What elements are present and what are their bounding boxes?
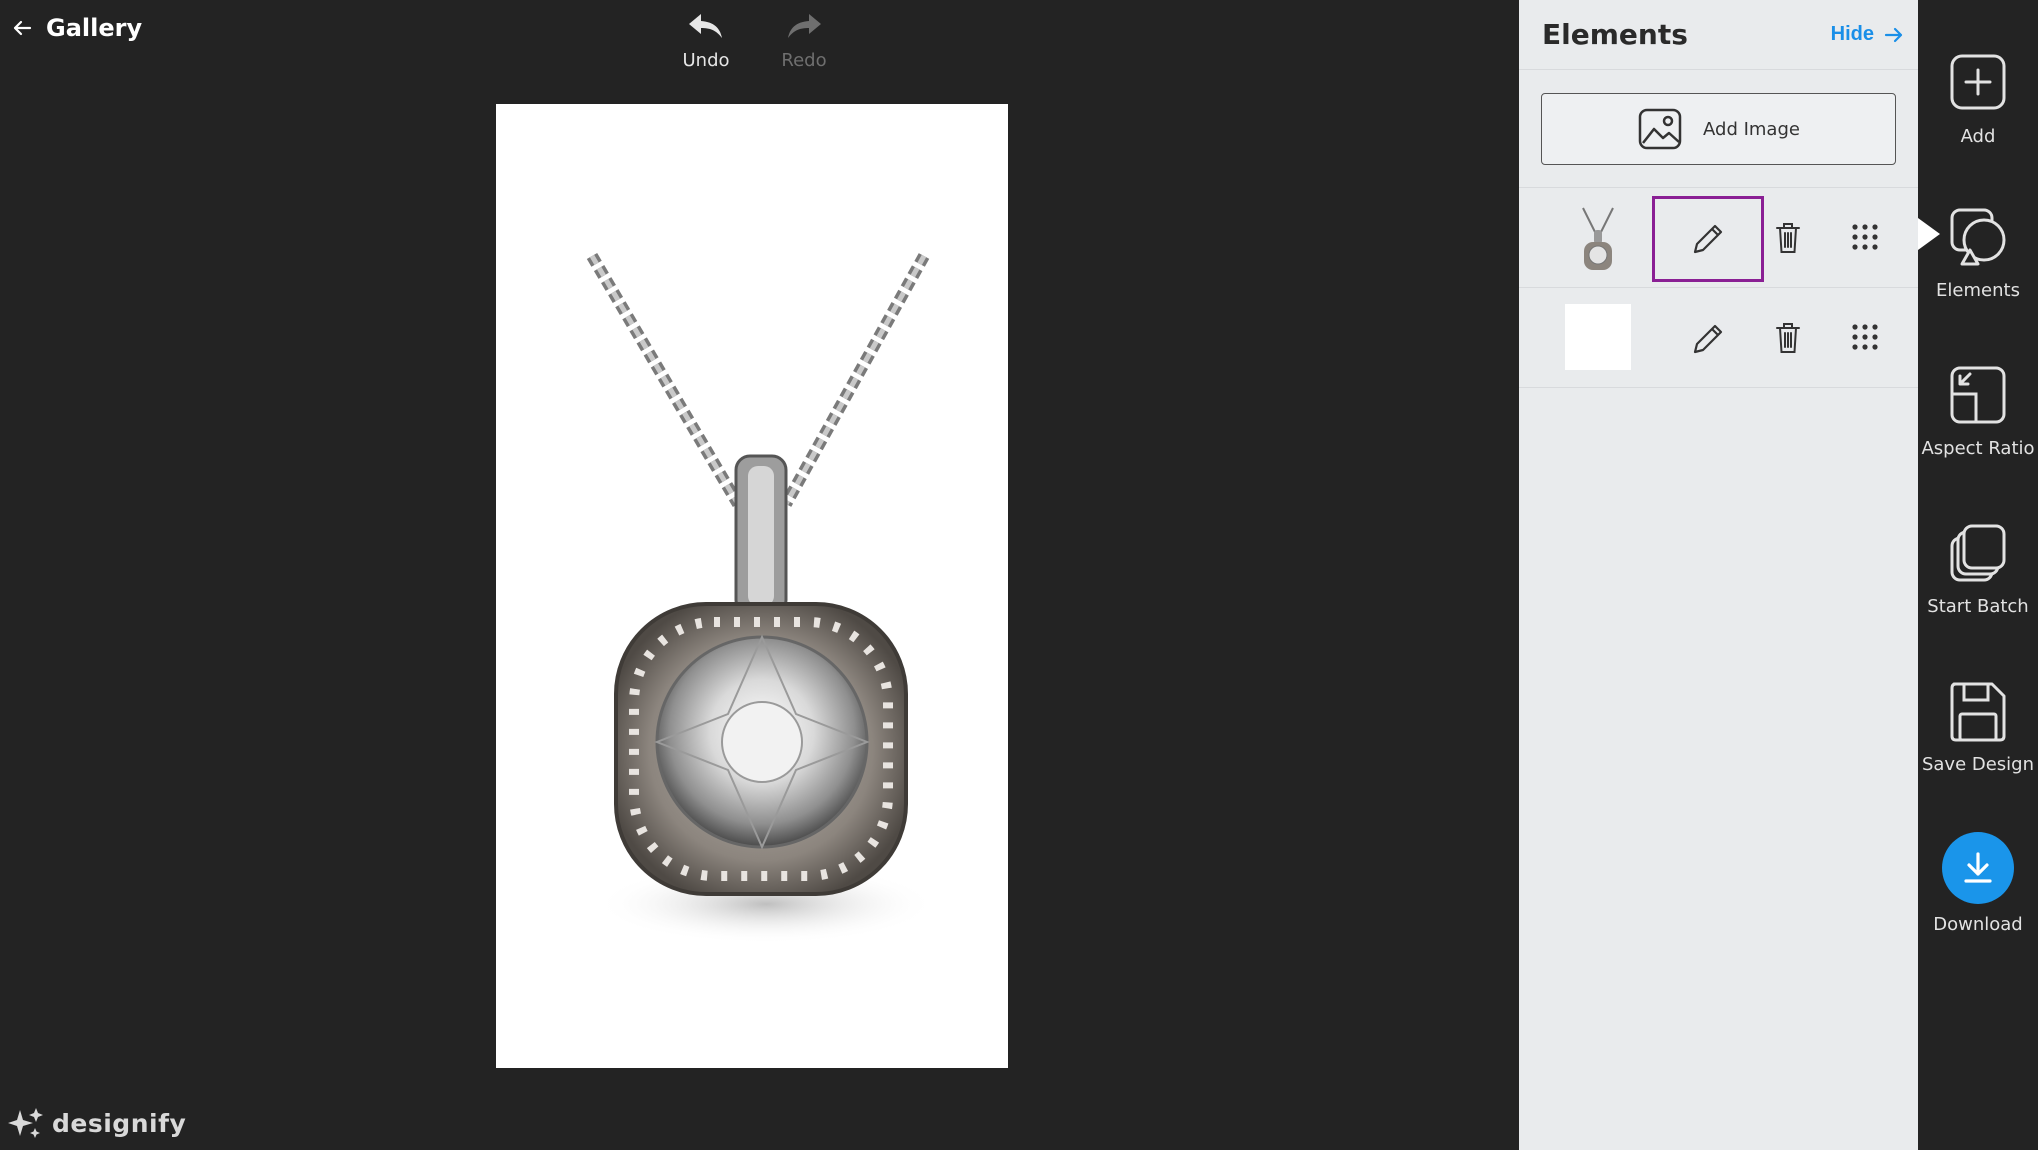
- image-icon: [1638, 108, 1682, 150]
- panel-title: Elements: [1542, 18, 1688, 51]
- rail-elements-label: Elements: [1936, 280, 2020, 301]
- rail-start-batch-label: Start Batch: [1927, 596, 2029, 617]
- layer-row-necklace[interactable]: [1519, 188, 1918, 288]
- hide-label: Hide: [1830, 23, 1874, 45]
- aspect-ratio-icon: [1950, 366, 2006, 424]
- redo-icon: [788, 14, 821, 38]
- trash-icon: [1776, 223, 1800, 253]
- layer-row-background[interactable]: [1519, 288, 1918, 388]
- delete-layer-button[interactable]: [1771, 318, 1805, 358]
- drag-handle[interactable]: [1850, 222, 1882, 254]
- download-icon: [1964, 852, 1992, 883]
- floppy-icon: [1950, 682, 2006, 742]
- elements-panel: Elements Hide Add Image: [1519, 0, 1918, 1150]
- pencil-icon: [1693, 324, 1723, 354]
- delete-layer-button[interactable]: [1771, 218, 1805, 258]
- necklace-image[interactable]: [496, 104, 1008, 1068]
- shapes-icon: [1950, 208, 2006, 266]
- undo-icon: [689, 14, 722, 38]
- redo-label: Redo: [781, 50, 827, 71]
- download-circle[interactable]: [1942, 832, 2014, 904]
- panel-header: Elements Hide: [1519, 0, 1918, 70]
- trash-icon: [1776, 323, 1800, 353]
- undo-button[interactable]: Undo: [680, 10, 732, 71]
- plus-box-icon: [1950, 54, 2006, 110]
- edit-layer-button[interactable]: [1652, 296, 1764, 382]
- rail-start-batch-button[interactable]: Start Batch: [1918, 522, 2038, 617]
- sparkle-logo-icon: [8, 1108, 43, 1138]
- rail-add-label: Add: [1960, 126, 1996, 147]
- hide-panel-button[interactable]: Hide: [1831, 23, 1904, 46]
- add-image-section: Add Image: [1519, 70, 1918, 188]
- back-label: Gallery: [46, 14, 143, 42]
- rail-save-design-button[interactable]: Save Design: [1918, 680, 2038, 775]
- tool-rail: Add Elements Aspect Ratio Start Batch Sa…: [1918, 0, 2038, 1150]
- arrow-left-icon: [13, 20, 32, 36]
- history-controls: Undo Redo: [680, 10, 830, 71]
- edit-layer-button[interactable]: [1652, 196, 1764, 282]
- rail-aspect-ratio-label: Aspect Ratio: [1921, 438, 2035, 459]
- design-canvas[interactable]: [496, 104, 1008, 1068]
- back-to-gallery[interactable]: Gallery: [12, 14, 142, 42]
- rail-save-design-label: Save Design: [1921, 754, 2035, 775]
- rail-download-button[interactable]: Download: [1918, 832, 2038, 935]
- drag-dots-icon: [1852, 324, 1878, 350]
- stack-icon: [1950, 524, 2006, 582]
- drag-dots-icon: [1852, 224, 1878, 250]
- pencil-icon: [1693, 224, 1723, 254]
- undo-label: Undo: [682, 50, 730, 71]
- rail-aspect-ratio-button[interactable]: Aspect Ratio: [1918, 364, 2038, 459]
- add-image-label: Add Image: [1703, 118, 1800, 140]
- designify-logo: designify: [8, 1106, 186, 1140]
- rail-download-label: Download: [1933, 914, 2023, 935]
- add-image-button[interactable]: Add Image: [1541, 93, 1896, 165]
- necklace-thumbnail[interactable]: [1565, 204, 1631, 270]
- background-thumbnail[interactable]: [1565, 304, 1631, 370]
- rail-add-button[interactable]: Add: [1918, 52, 2038, 147]
- active-tab-pointer: [1918, 218, 1940, 250]
- redo-button[interactable]: Redo: [778, 10, 830, 71]
- brand-name: designify: [52, 1108, 187, 1138]
- drag-handle[interactable]: [1850, 322, 1882, 354]
- arrow-right-icon: [1884, 27, 1903, 42]
